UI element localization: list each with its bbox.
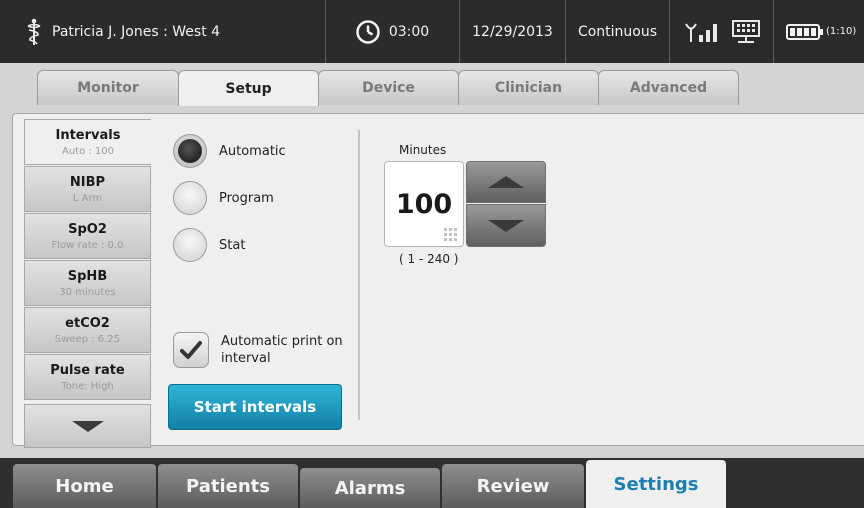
panel-content: Intervals Auto : 100 NIBP L Arm SpO2 Flo… xyxy=(12,113,864,448)
nav-label: Home xyxy=(55,475,114,497)
tab-device[interactable]: Device xyxy=(318,70,459,105)
arrow-up-icon xyxy=(488,176,524,188)
time-value: 03:00 xyxy=(388,23,430,40)
sidemenu-scroll-down-button[interactable] xyxy=(24,404,151,448)
auto-print-label: Automatic print on interval xyxy=(221,334,343,366)
sidemenu-title: Pulse rate xyxy=(50,362,125,378)
nav-patients[interactable]: Patients xyxy=(158,464,298,508)
tab-label: Setup xyxy=(225,80,272,97)
minutes-label: Minutes xyxy=(399,143,447,157)
tab-setup[interactable]: Setup xyxy=(178,70,319,106)
tab-label: Monitor xyxy=(77,80,139,96)
checkmark-icon xyxy=(180,341,202,359)
tab-clinician[interactable]: Clinician xyxy=(458,70,599,105)
battery-status[interactable]: (1:10) xyxy=(774,0,864,63)
nav-label: Patients xyxy=(186,475,270,497)
setup-panel: Intervals Auto : 100 NIBP L Arm SpO2 Flo… xyxy=(0,105,864,458)
minutes-increase-button[interactable] xyxy=(466,161,546,203)
vertical-divider xyxy=(358,130,360,420)
sidemenu-subtitle: 30 minutes xyxy=(59,286,116,298)
sidemenu-subtitle: Auto : 100 xyxy=(61,145,115,157)
sidemenu-item-pulse-rate[interactable]: Pulse rate Tone: High xyxy=(24,354,151,400)
sidemenu-title: SpO2 xyxy=(68,221,107,237)
nav-settings[interactable]: Settings xyxy=(586,460,726,508)
settings-tab-bar: Monitor Setup Device Clinician Advanced xyxy=(0,63,864,106)
caduceus-icon xyxy=(27,18,41,45)
chevron-down-icon xyxy=(71,421,104,432)
patient-info[interactable]: Patricia J. Jones : West 4 xyxy=(0,0,326,63)
minutes-value: 100 xyxy=(395,188,453,220)
sidemenu-item-spo2[interactable]: SpO2 Flow rate : 0.0 xyxy=(24,213,151,259)
radio-label: Automatic xyxy=(219,143,286,159)
clock-display[interactable]: 03:00 xyxy=(326,0,460,63)
monitoring-mode[interactable]: Continuous xyxy=(566,0,670,63)
sidemenu-item-intervals[interactable]: Intervals Auto : 100 xyxy=(24,119,151,165)
sidemenu-title: etCO2 xyxy=(65,315,110,331)
setup-side-menu: Intervals Auto : 100 NIBP L Arm SpO2 Flo… xyxy=(24,119,151,448)
sidemenu-item-etco2[interactable]: etCO2 Sweep : 6.25 xyxy=(24,307,151,353)
patient-name: Patricia J. Jones : West 4 xyxy=(52,23,221,40)
arrow-down-icon xyxy=(488,219,524,232)
nav-review[interactable]: Review xyxy=(442,464,584,508)
wifi-signal-icon xyxy=(684,22,717,42)
nav-label: Settings xyxy=(613,473,699,495)
minutes-range: ( 1 - 240 ) xyxy=(399,252,459,266)
connectivity-status[interactable] xyxy=(670,0,774,63)
tab-monitor[interactable]: Monitor xyxy=(37,70,179,105)
tab-label: Clinician xyxy=(494,80,563,96)
clock-icon xyxy=(356,19,380,44)
sidemenu-title: NIBP xyxy=(69,174,106,190)
sidemenu-title: SpHB xyxy=(67,268,108,284)
minutes-value-field[interactable]: 100 xyxy=(384,161,464,247)
date-value: 12/29/2013 xyxy=(472,23,553,40)
tab-advanced[interactable]: Advanced xyxy=(598,70,739,105)
radio-automatic[interactable]: Automatic xyxy=(173,134,286,168)
tab-label: Device xyxy=(362,80,415,96)
sidemenu-subtitle: L Arm xyxy=(72,192,103,204)
radio-program[interactable]: Program xyxy=(173,181,274,215)
network-icon xyxy=(731,19,760,43)
start-intervals-button[interactable]: Start intervals xyxy=(168,384,342,430)
sidemenu-item-nibp[interactable]: NIBP L Arm xyxy=(24,166,151,212)
radio-label: Stat xyxy=(219,237,246,253)
date-display[interactable]: 12/29/2013 xyxy=(460,0,566,63)
sidemenu-subtitle: Sweep : 6.25 xyxy=(54,333,121,345)
nav-label: Alarms xyxy=(334,477,406,499)
radio-stat[interactable]: Stat xyxy=(173,228,245,262)
nav-alarms[interactable]: Alarms xyxy=(300,468,440,508)
keypad-icon xyxy=(444,228,457,241)
tab-label: Advanced xyxy=(629,80,708,96)
auto-print-checkbox[interactable] xyxy=(173,332,209,368)
nav-label: Review xyxy=(476,475,550,497)
radio-dot xyxy=(178,139,202,163)
battery-time: (1:10) xyxy=(826,26,857,37)
radio-label: Program xyxy=(219,190,274,206)
radio-button[interactable] xyxy=(173,228,207,262)
sidemenu-item-sphb[interactable]: SpHB 30 minutes xyxy=(24,260,151,306)
start-intervals-label: Start intervals xyxy=(193,398,317,416)
auto-print-option[interactable]: Automatic print on interval xyxy=(173,332,351,368)
sidemenu-subtitle: Tone: High xyxy=(61,380,114,392)
battery-icon xyxy=(786,23,823,40)
radio-button[interactable] xyxy=(173,181,207,215)
status-bar: Patricia J. Jones : West 4 03:00 12/29/2… xyxy=(0,0,864,63)
sidemenu-title: Intervals xyxy=(55,127,121,143)
radio-button-selected[interactable] xyxy=(173,134,207,168)
sidemenu-subtitle: Flow rate : 0.0 xyxy=(51,239,124,251)
mode-value: Continuous xyxy=(577,23,658,40)
nav-home[interactable]: Home xyxy=(13,464,156,508)
bottom-navigation: Home Patients Alarms Review Settings xyxy=(0,458,864,508)
minutes-decrease-button[interactable] xyxy=(466,204,546,247)
